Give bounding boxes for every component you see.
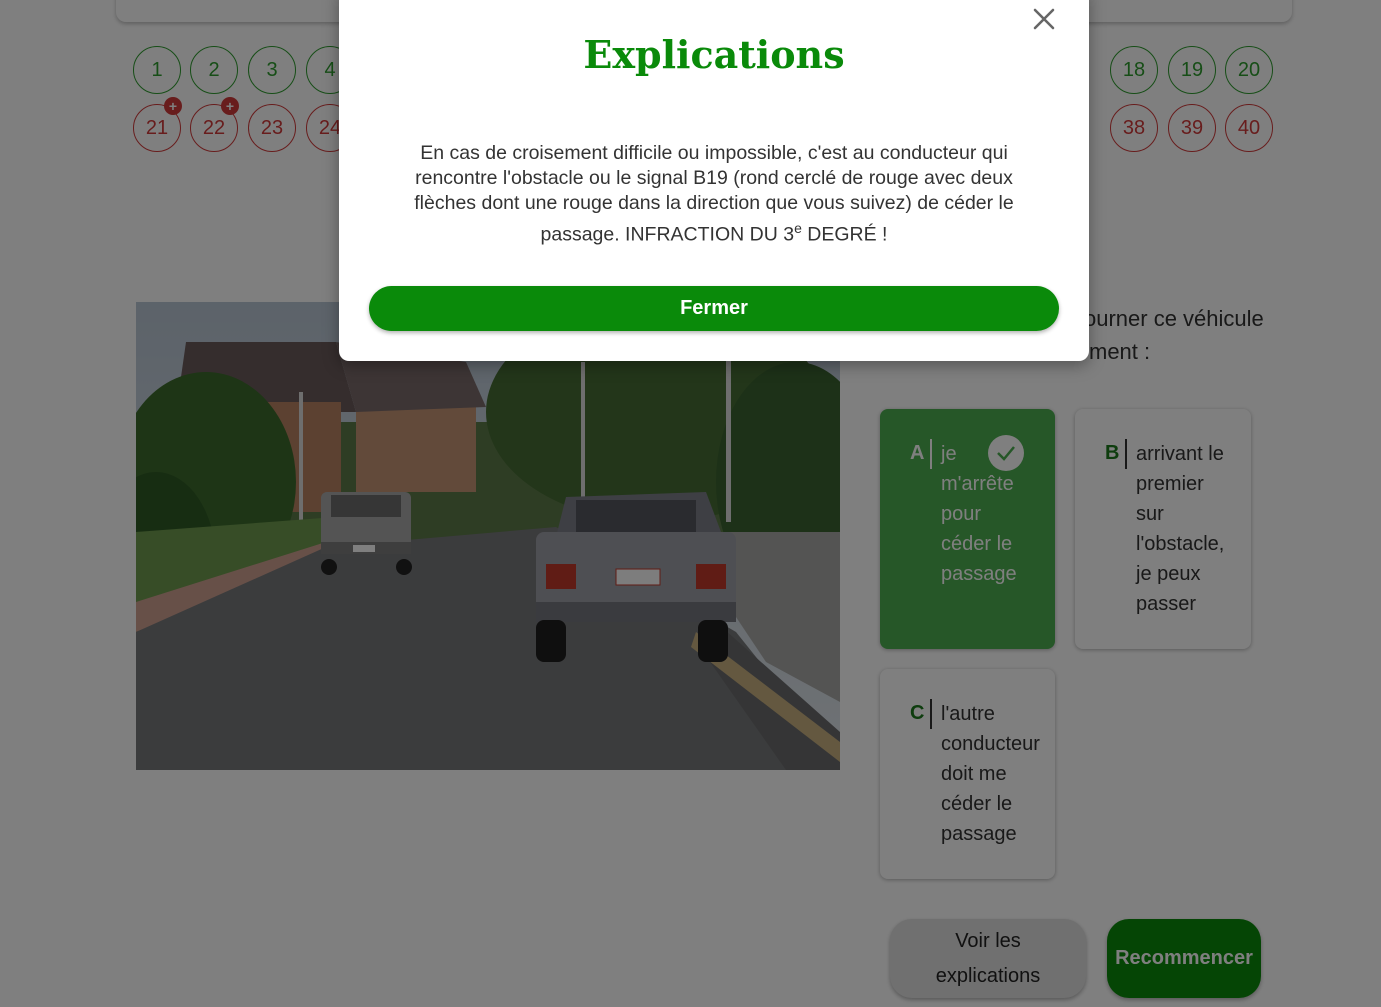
close-icon[interactable] [1031,6,1057,32]
fermer-button[interactable]: Fermer [369,286,1059,331]
modal-title: Explications [583,32,845,77]
modal-body: En cas de croisement difficile ou imposs… [389,141,1039,248]
modal-body-text: En cas de croisement difficile ou imposs… [414,142,1014,246]
modal-body-end: DEGRÉ ! [801,223,888,246]
modal-body-sup: e [794,220,802,236]
explications-modal: Explications En cas de croisement diffic… [339,0,1089,361]
